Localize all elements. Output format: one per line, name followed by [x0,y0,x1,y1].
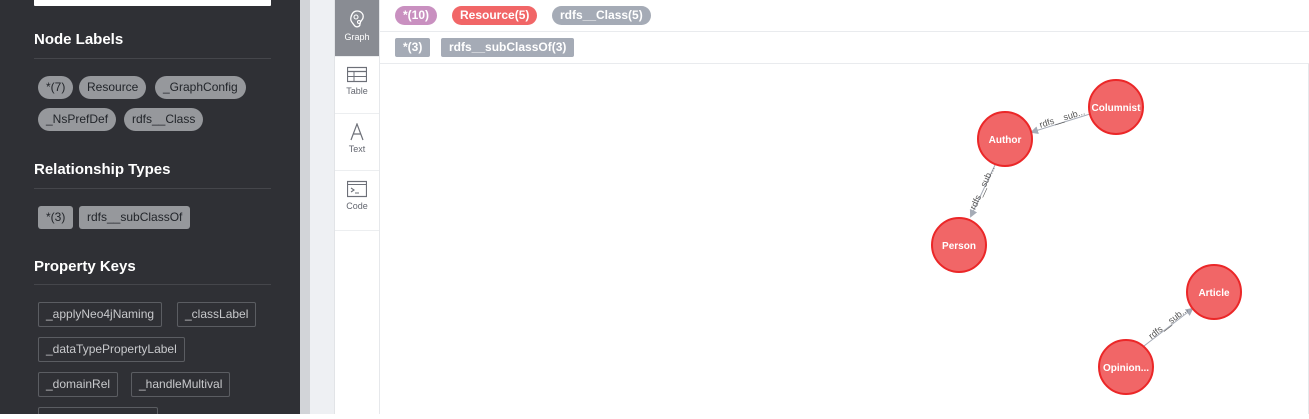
node-label-overview-bar: *(10) Resource(5) rdfs__Class(5) [380,0,1309,32]
sidebar-search-input[interactable] [34,0,271,6]
relationship-types-title: Relationship Types [34,161,171,178]
graph-node-columnist[interactable]: Columnist [1088,79,1144,135]
section-divider [34,188,271,189]
tab-graph[interactable]: Graph [335,0,379,57]
property-key-chip[interactable]: _applyNeo4jNaming [38,302,163,327]
node-caption: Opinion... [1103,363,1149,374]
section-divider [34,58,271,59]
node-label-resource[interactable]: Resource [79,76,147,99]
property-key-chip[interactable]: _domainRel [38,372,119,397]
node-label-nsprefdef[interactable]: _NsPrefDef [38,108,117,131]
edge-label: rdfs__sub... [1147,304,1190,341]
property-keys-title: Property Keys [34,258,136,275]
property-key-chip[interactable] [38,407,158,414]
sidebar-gutter [300,0,310,414]
edge-label: rdfs__sub... [1038,106,1086,129]
graph-node-article[interactable]: Article [1186,264,1242,320]
overview-tag-all-nodes[interactable]: *(10) [395,6,438,25]
tab-text[interactable]: Text [335,114,379,171]
section-divider [34,284,271,285]
property-key-chip[interactable]: _classLabel [177,302,257,327]
node-caption: Author [989,135,1022,146]
property-key-chip[interactable]: _dataTypePropertyLabel [38,337,185,362]
graph-icon [350,10,364,28]
tab-code-label: Code [346,201,368,211]
relationship-edge[interactable]: rdfs__sub... [968,164,997,218]
node-label-all[interactable]: *(7) [38,76,74,99]
graph-node-opinion[interactable]: Opinion... [1098,339,1154,395]
relationship-type-subclassof[interactable]: rdfs__subClassOf [79,206,191,229]
node-labels-title: Node Labels [34,31,124,48]
node-label-graphconfig[interactable]: _GraphConfig [155,76,246,99]
graph-canvas[interactable]: rdfs__sub... rdfs__sub... rdfs__sub... C… [380,64,1309,414]
table-icon [347,66,367,83]
overview-tag-rdfs-class[interactable]: rdfs__Class(5) [552,6,651,25]
graph-svg[interactable]: rdfs__sub... rdfs__sub... rdfs__sub... C… [380,64,1309,414]
tab-graph-label: Graph [344,32,370,42]
graph-node-author[interactable]: Author [977,111,1033,167]
node-caption: Article [1198,288,1230,299]
text-icon [350,123,364,141]
node-caption: Columnist [1092,103,1142,114]
overview-tag-all-rels[interactable]: *(3) [395,38,431,57]
graph-node-person[interactable]: Person [931,217,987,273]
node-label-rdfs-class[interactable]: rdfs__Class [124,108,204,131]
relationship-overview-bar: *(3) rdfs__subClassOf(3) [380,32,1309,64]
tab-code[interactable]: Code [335,171,379,231]
property-key-chip[interactable]: _handleMultival [131,372,231,397]
relationship-type-all[interactable]: *(3) [38,206,74,229]
relationship-edge[interactable]: rdfs__sub... [1143,304,1194,347]
node-caption: Person [942,241,976,252]
code-icon [347,180,367,198]
overview-tag-subclassof[interactable]: rdfs__subClassOf(3) [441,38,575,57]
edge-label: rdfs__sub... [968,164,997,211]
result-view-tabs: Graph Table Text Code [335,0,380,414]
tab-table[interactable]: Table [335,57,379,114]
overview-tag-resource[interactable]: Resource(5) [452,6,538,25]
database-info-sidebar: Node Labels *(7) Resource _GraphConfig _… [0,0,300,414]
tab-table-label: Table [346,86,368,96]
relationship-edge[interactable]: rdfs__sub... [1030,106,1091,135]
tab-text-label: Text [348,144,366,154]
result-panel: *(10) Resource(5) rdfs__Class(5) *(3) rd… [380,0,1309,414]
result-frame-edge [310,0,335,414]
